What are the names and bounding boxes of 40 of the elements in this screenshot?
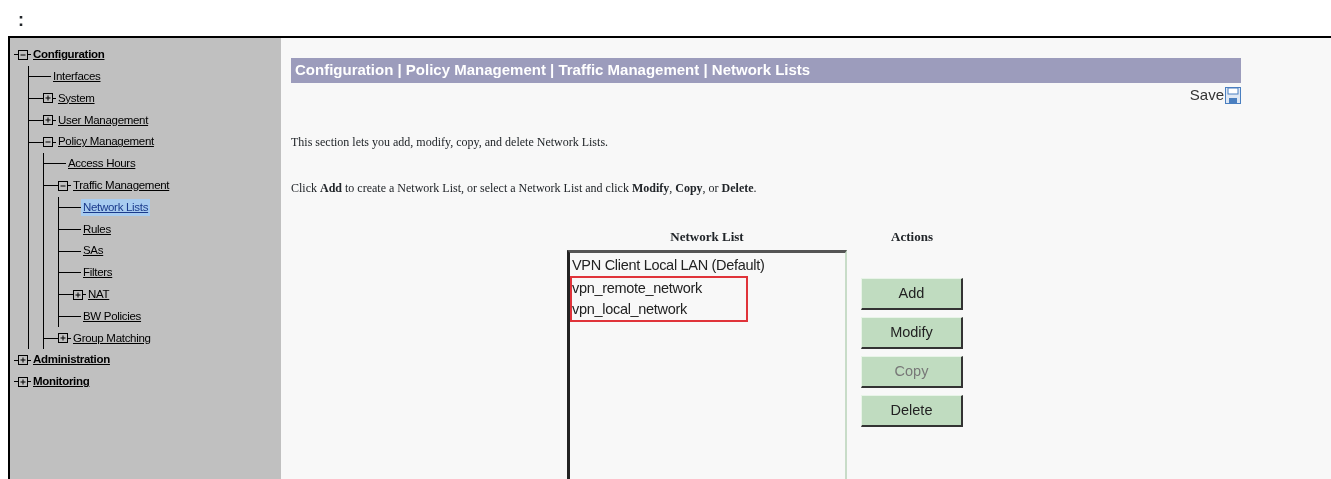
expand-icon[interactable] bbox=[73, 289, 83, 300]
expand-icon[interactable] bbox=[18, 376, 28, 387]
column-heading: Network List bbox=[669, 227, 745, 246]
save-icon[interactable] bbox=[1225, 87, 1241, 104]
tree-item[interactable]: Access Hours bbox=[66, 155, 138, 173]
caption-text: : bbox=[17, 9, 25, 32]
tree-item[interactable]: Policy Management bbox=[56, 133, 156, 151]
collapse-icon[interactable] bbox=[43, 137, 53, 148]
tree-item[interactable]: Monitoring bbox=[31, 373, 92, 391]
tree-item[interactable]: Filters bbox=[81, 264, 115, 282]
tree-item[interactable]: Rules bbox=[81, 220, 113, 238]
page-title: Configuration | Policy Management | Traffic Management | Network Lists bbox=[291, 58, 1241, 83]
list-option[interactable]: vpn_local_network bbox=[572, 299, 746, 320]
tree-item[interactable]: User Management bbox=[56, 111, 151, 129]
save-link[interactable]: Save bbox=[1189, 84, 1224, 107]
tree-item[interactable]: Configuration bbox=[31, 46, 107, 64]
list-option[interactable]: VPN Client Local LAN (Default) bbox=[572, 255, 843, 276]
action-button[interactable]: Add bbox=[861, 278, 963, 310]
tree-item[interactable]: SAs bbox=[81, 242, 106, 260]
tree-item[interactable]: Network Lists bbox=[81, 198, 151, 217]
tree-item[interactable]: System bbox=[56, 89, 97, 108]
expand-icon[interactable] bbox=[58, 333, 68, 344]
tree-item[interactable]: BW Policies bbox=[81, 307, 144, 326]
list-option[interactable]: vpn_remote_network bbox=[572, 278, 746, 299]
intro-text: This section lets you add, modify, copy, and delete Network Lists. bbox=[291, 133, 610, 151]
expand-icon[interactable] bbox=[18, 355, 28, 366]
action-button[interactable]: Modify bbox=[861, 317, 963, 349]
tree-item[interactable]: NAT bbox=[86, 286, 112, 304]
expand-icon[interactable] bbox=[43, 115, 53, 126]
instructions-text: Click Add to create a Network List, or select a Network List and click Modify, Copy, or Delete. bbox=[291, 179, 758, 197]
tree-item[interactable]: Traffic Management bbox=[71, 177, 172, 195]
network-list-box[interactable]: VPN Client Local LAN (Default) vpn_remote_network vpn_local_network bbox=[567, 250, 847, 479]
collapse-icon[interactable] bbox=[18, 49, 28, 60]
column-heading: Actions bbox=[890, 227, 934, 246]
action-button[interactable]: Delete bbox=[861, 395, 963, 427]
expand-icon[interactable] bbox=[43, 93, 53, 104]
collapse-icon[interactable] bbox=[58, 180, 68, 191]
tree-item[interactable]: Interfaces bbox=[51, 68, 103, 86]
tree-item[interactable]: Group Matching bbox=[71, 329, 153, 347]
tree-item[interactable]: Administration bbox=[31, 351, 112, 369]
